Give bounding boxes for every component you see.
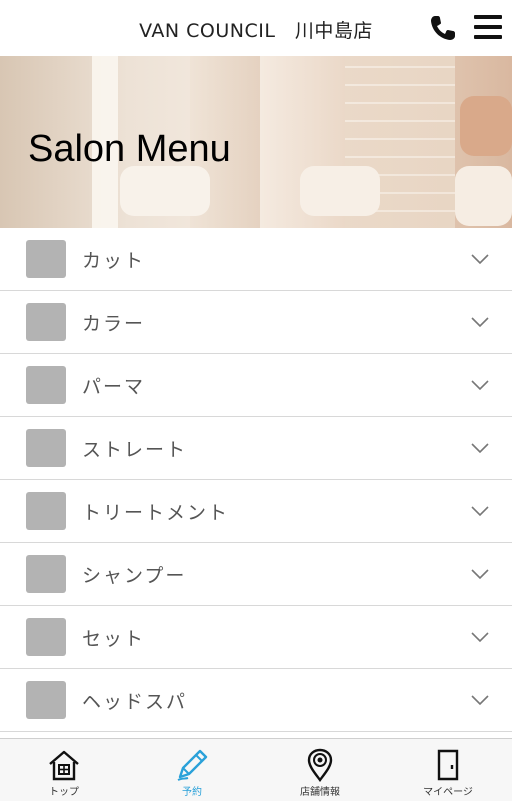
chevron-down-icon bbox=[471, 380, 489, 391]
chevron-down-icon bbox=[471, 632, 489, 643]
menu-item-label: カラー bbox=[82, 313, 146, 335]
menu-item-thumbnail bbox=[26, 240, 66, 278]
tab-my-page[interactable]: マイページ bbox=[384, 739, 512, 801]
menu-item[interactable]: セット bbox=[0, 606, 512, 669]
tab-reservation[interactable]: 予約 bbox=[128, 739, 256, 801]
menu-item[interactable]: カット bbox=[0, 228, 512, 291]
menu-item[interactable]: ストレート bbox=[0, 417, 512, 480]
tab-label: 予約 bbox=[182, 787, 202, 798]
tab-label: 店舗情報 bbox=[300, 787, 340, 798]
bottom-tab-bar: トップ 予約 店舗情報 マイページ bbox=[0, 738, 512, 801]
chevron-down-icon bbox=[471, 569, 489, 580]
hero-decoration bbox=[300, 166, 380, 216]
menu-item-thumbnail bbox=[26, 618, 66, 656]
menu-item-label: ストレート bbox=[82, 439, 188, 461]
menu-item[interactable]: シャンプー bbox=[0, 543, 512, 606]
door-icon bbox=[437, 749, 459, 781]
menu-item[interactable]: トリートメント bbox=[0, 480, 512, 543]
tab-label: マイページ bbox=[423, 787, 473, 798]
menu-item-label: パーマ bbox=[82, 376, 146, 398]
menu-item-thumbnail bbox=[26, 303, 66, 341]
menu-item-thumbnail bbox=[26, 555, 66, 593]
chevron-down-icon bbox=[471, 695, 489, 706]
map-pin-icon bbox=[307, 748, 333, 782]
pencil-icon bbox=[177, 749, 208, 781]
tab-store-info[interactable]: 店舗情報 bbox=[256, 739, 384, 801]
phone-icon[interactable] bbox=[428, 13, 458, 43]
tab-label: トップ bbox=[49, 787, 79, 798]
chevron-down-icon bbox=[471, 254, 489, 265]
menu-item-thumbnail bbox=[26, 429, 66, 467]
menu-item-thumbnail bbox=[26, 492, 66, 530]
tab-top[interactable]: トップ bbox=[0, 739, 128, 801]
menu-item-label: シャンプー bbox=[82, 565, 187, 587]
chevron-down-icon bbox=[471, 506, 489, 517]
hero-decoration bbox=[460, 96, 512, 156]
menu-item-label: セット bbox=[82, 628, 146, 650]
menu-item-thumbnail bbox=[26, 366, 66, 404]
chevron-down-icon bbox=[471, 443, 489, 454]
page-title: Salon Menu bbox=[28, 128, 231, 170]
menu-item-label: ヘッドスパ bbox=[82, 691, 188, 713]
menu-item-thumbnail bbox=[26, 681, 66, 719]
menu-item[interactable]: カラー bbox=[0, 291, 512, 354]
home-icon bbox=[49, 750, 79, 781]
menu-item[interactable]: ヘッドスパ bbox=[0, 669, 512, 732]
menu-item-label: カット bbox=[82, 250, 146, 272]
menu-item-label: トリートメント bbox=[82, 502, 230, 524]
hamburger-menu-icon[interactable] bbox=[474, 15, 502, 39]
menu-item[interactable]: パーマ bbox=[0, 354, 512, 417]
hero-banner: Salon Menu bbox=[0, 56, 512, 228]
salon-menu-list: カット カラー パーマ ストレート トリートメント シャンプー セット ヘッドス… bbox=[0, 228, 512, 732]
hero-decoration bbox=[120, 166, 210, 216]
hero-decoration bbox=[455, 166, 512, 226]
chevron-down-icon bbox=[471, 317, 489, 328]
app-header: VAN COUNCIL 川中島店 bbox=[0, 0, 512, 56]
